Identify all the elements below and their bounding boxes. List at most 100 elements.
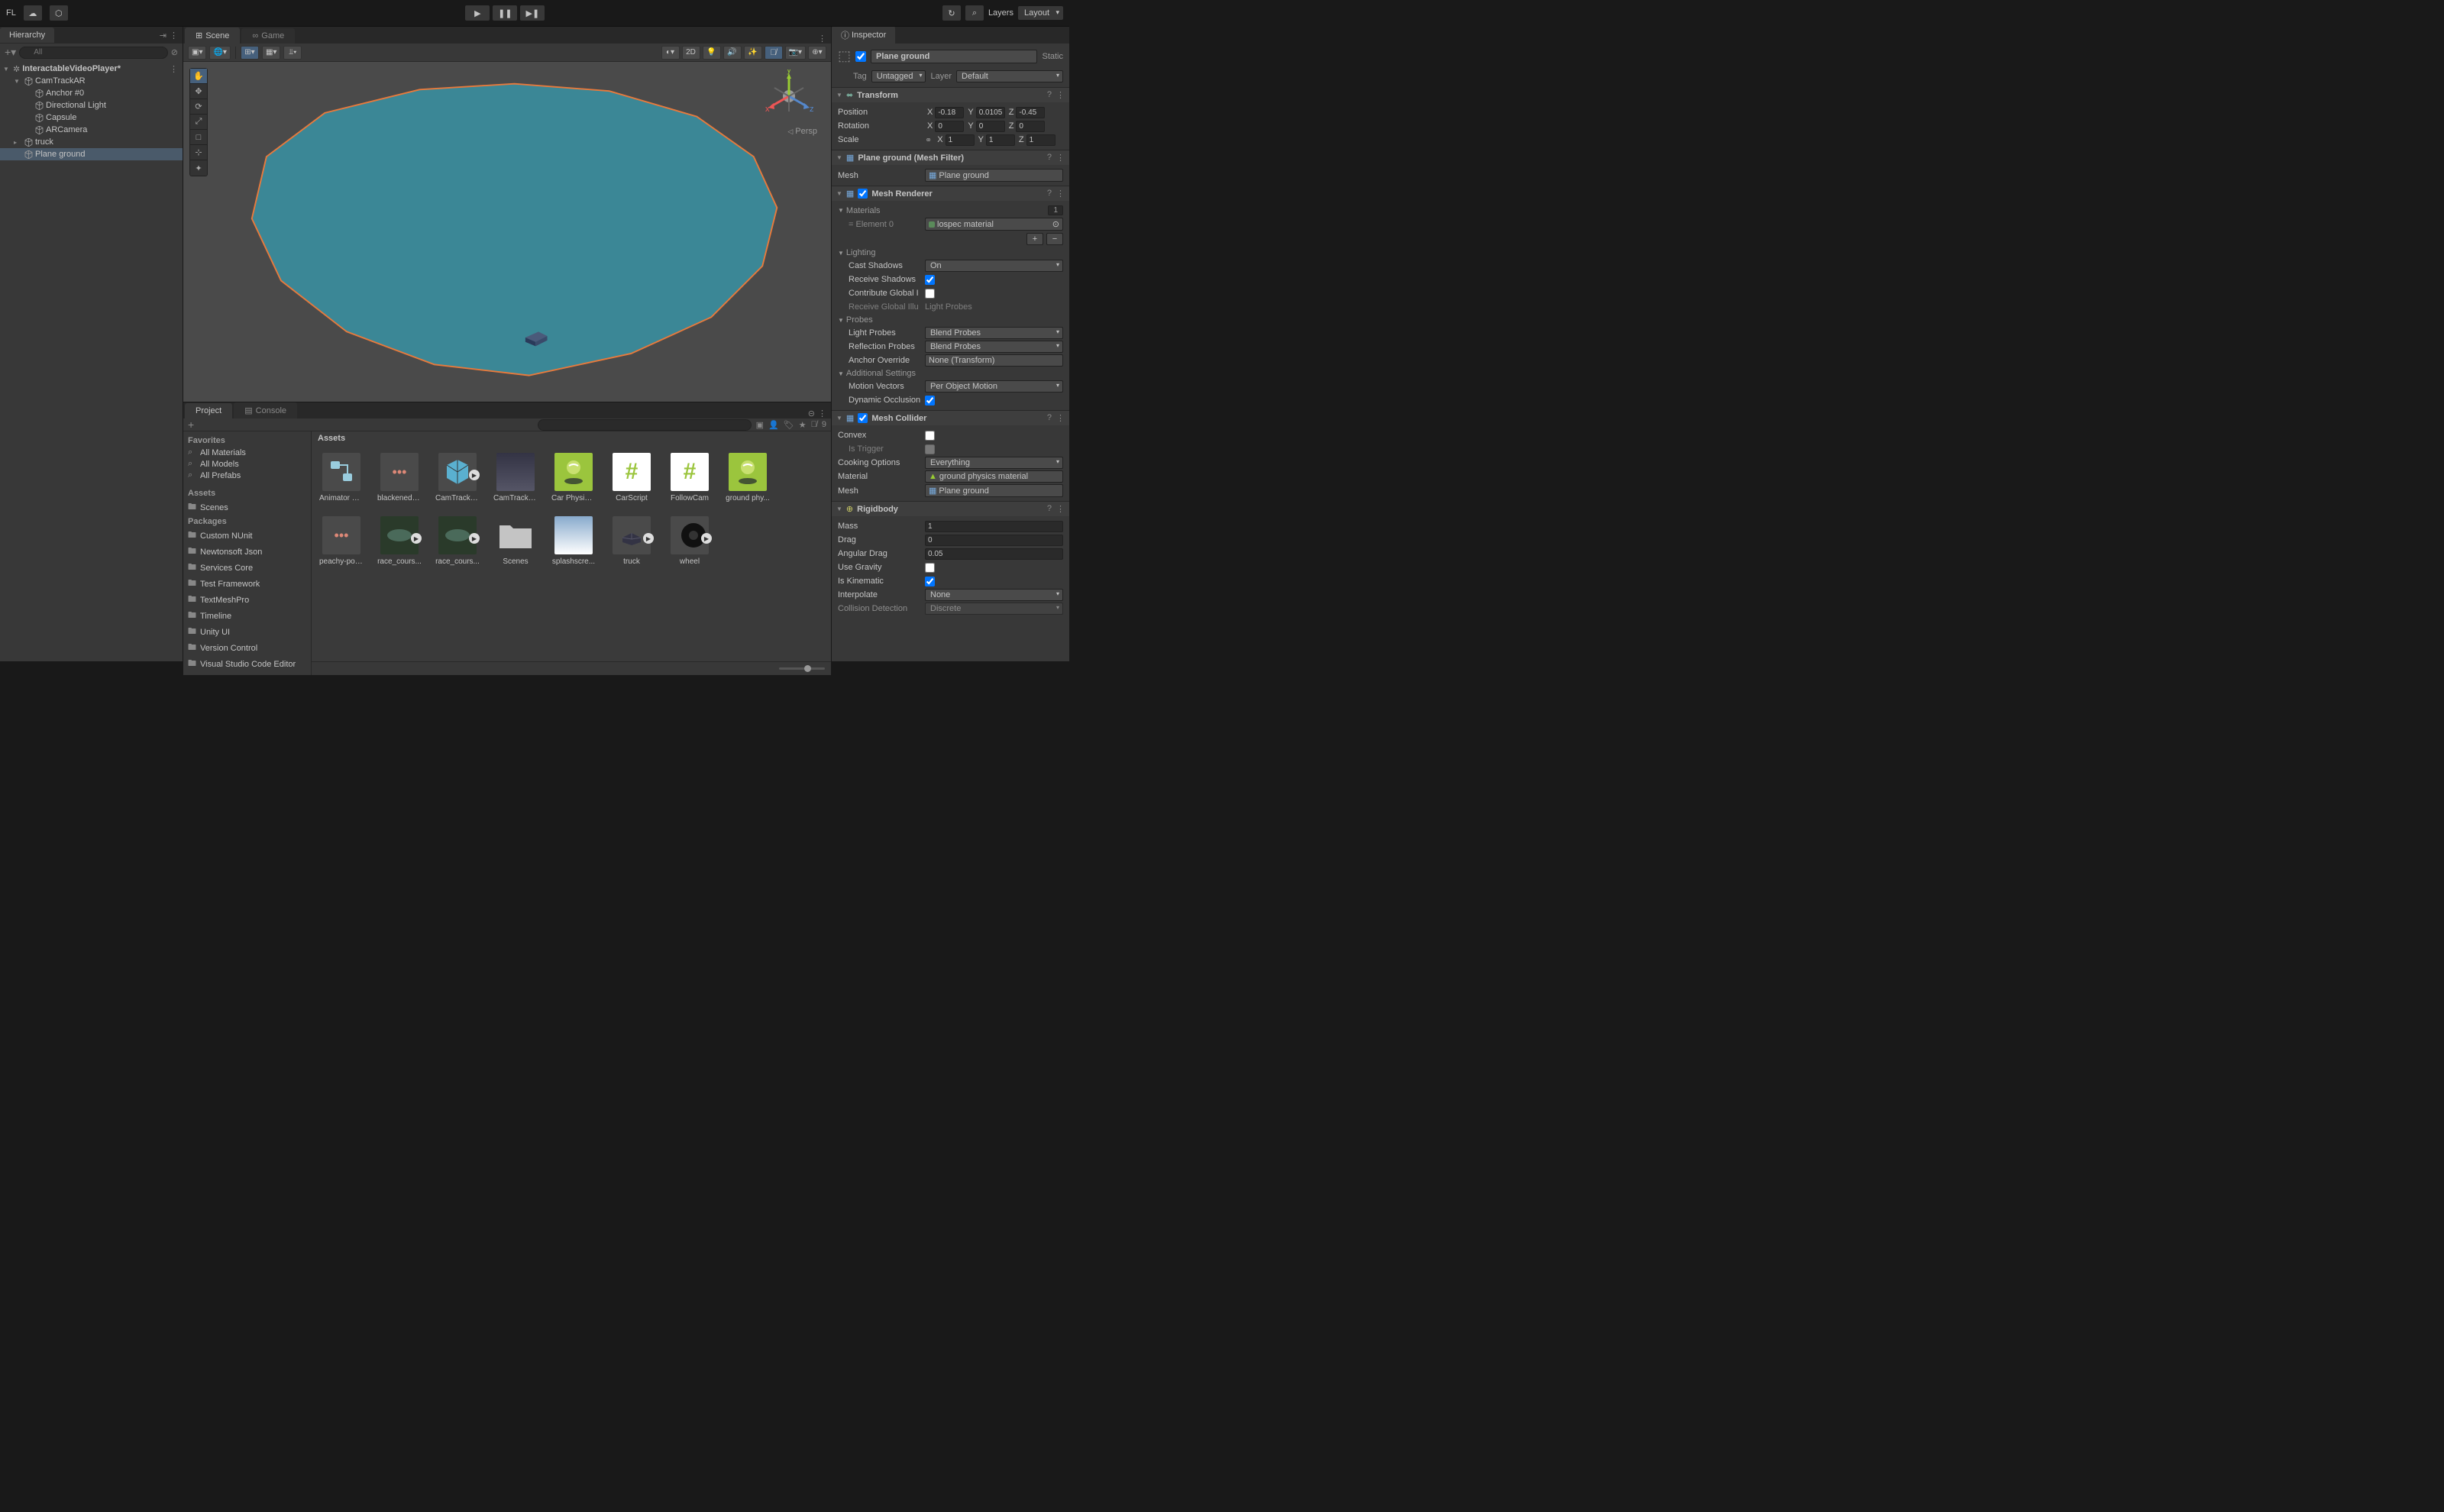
cloud-icon[interactable]: ☁ — [24, 5, 42, 21]
asset-item[interactable]: •••blackened_... — [377, 453, 422, 502]
perspective-label[interactable]: Persp — [787, 127, 817, 136]
asset-item[interactable]: ▶CamTrackAR — [435, 453, 480, 502]
meshfilter-header[interactable]: ▼ ▦ Plane ground (Mesh Filter) ?⋮ — [832, 150, 1069, 165]
menu-icon[interactable]: ⋮ — [818, 409, 826, 418]
inspector-tab[interactable]: ⓘ Inspector — [832, 27, 895, 44]
grid-snap-button[interactable]: ⊞▾ — [241, 46, 259, 60]
convex-checkbox[interactable] — [925, 431, 935, 441]
audio-toggle[interactable]: 🔊 — [723, 46, 742, 60]
preset-icon[interactable]: ⋮ — [1056, 90, 1065, 100]
plane-ground-mesh[interactable] — [252, 84, 777, 376]
menu-label[interactable]: FL — [6, 8, 16, 18]
pivot-dropdown[interactable]: ▣▾ — [188, 46, 206, 60]
asset-item[interactable]: ▶race_cours... — [435, 516, 480, 566]
hierarchy-search-input[interactable] — [19, 47, 168, 59]
asset-item[interactable]: CamTrackAR — [493, 453, 538, 502]
preset-icon[interactable]: ⋮ — [1056, 189, 1065, 199]
help-icon[interactable]: ? — [1047, 413, 1052, 423]
dynamic-occlusion-checkbox[interactable] — [925, 396, 935, 405]
drag-input[interactable] — [925, 535, 1063, 546]
undo-history-icon[interactable]: ↻ — [942, 5, 961, 21]
is-kinematic-checkbox[interactable] — [925, 577, 935, 586]
meshcollider-header[interactable]: ▼ ▦ Mesh Collider ?⋮ — [832, 411, 1069, 425]
transform-header[interactable]: ▼ ⬌ Transform ?⋮ — [832, 88, 1069, 102]
hierarchy-item[interactable]: ARCamera — [0, 124, 183, 136]
cast-shadows-dropdown[interactable]: On — [925, 260, 1063, 272]
preset-icon[interactable]: ⋮ — [1056, 504, 1065, 514]
package-item[interactable]: 🖿Services Core — [183, 560, 311, 576]
create-dropdown[interactable]: +▾ — [5, 46, 16, 59]
position-z-input[interactable] — [1016, 107, 1045, 118]
hierarchy-item[interactable]: Plane ground — [0, 148, 183, 160]
package-item[interactable]: 🖿Unity UI — [183, 624, 311, 640]
snap-increment-button[interactable]: ▦▾ — [262, 46, 280, 60]
help-icon[interactable]: ? — [1047, 90, 1052, 100]
package-item[interactable]: 🖿Timeline — [183, 608, 311, 624]
assets-tree-item[interactable]: 🖿Scenes — [183, 499, 311, 515]
asset-item[interactable]: ▶wheel — [668, 516, 712, 566]
receive-shadows-checkbox[interactable] — [925, 275, 935, 285]
pause-button[interactable]: ❚❚ — [493, 5, 517, 21]
settings-hex-icon[interactable]: ⬡ — [50, 5, 68, 21]
filter-by-label-icon[interactable]: 👤 — [768, 420, 779, 430]
gizmos-dropdown[interactable]: ⊕▾ — [808, 46, 826, 60]
2d-toggle[interactable]: 2D — [682, 46, 700, 60]
asset-item[interactable]: Animator C... — [319, 453, 364, 502]
create-asset-dropdown[interactable]: + — [188, 418, 194, 431]
help-icon[interactable]: ? — [1047, 189, 1052, 199]
play-button[interactable]: ▶ — [465, 5, 490, 21]
position-x-input[interactable] — [935, 107, 964, 118]
move-tool[interactable]: ✥ — [190, 84, 207, 99]
tag-dropdown[interactable]: Untagged — [871, 70, 926, 82]
package-item[interactable]: 🖿TextMeshPro — [183, 592, 311, 608]
layer-dropdown[interactable]: Default — [956, 70, 1063, 82]
game-tab[interactable]: ∞ Game — [241, 28, 295, 44]
favorite-filter-icon[interactable]: 🏷 — [784, 420, 794, 430]
object-name-input[interactable] — [871, 50, 1037, 63]
scene-tab[interactable]: ⊞ Scene — [185, 27, 240, 44]
scale-x-input[interactable] — [946, 134, 975, 146]
hidden-packages-icon[interactable]: 👁̸ — [811, 420, 817, 429]
help-icon[interactable]: ? — [1047, 153, 1052, 163]
scene-viewport[interactable]: ✋ ✥ ⟳ ⤢ □ ⊹ ✦ — [183, 62, 831, 402]
help-icon[interactable]: ? — [1047, 504, 1052, 514]
scale-tool[interactable]: ⤢ — [190, 115, 207, 130]
position-y-input[interactable] — [976, 107, 1005, 118]
add-material-button[interactable]: + — [1026, 233, 1043, 245]
project-tab[interactable]: Project — [185, 403, 232, 418]
scale-z-input[interactable] — [1026, 134, 1056, 146]
package-item[interactable]: 🖿Custom NUnit — [183, 528, 311, 544]
motion-vectors-dropdown[interactable]: Per Object Motion — [925, 380, 1063, 393]
active-checkbox[interactable] — [855, 51, 866, 62]
meshcollider-enabled[interactable] — [858, 413, 868, 423]
asset-item[interactable]: •••peachy-pop... — [319, 516, 364, 566]
camera-dropdown[interactable]: 📷▾ — [785, 46, 806, 60]
snap-settings-button[interactable]: ⫫▾ — [283, 46, 302, 60]
lock-icon[interactable]: ⊝ — [808, 409, 815, 418]
packages-header[interactable]: Packages — [183, 515, 311, 528]
contribute-gi-checkbox[interactable] — [925, 289, 935, 299]
layout-dropdown[interactable]: Layout — [1018, 6, 1063, 20]
asset-item[interactable]: Scenes — [493, 516, 538, 566]
asset-item[interactable]: ▶truck — [609, 516, 654, 566]
scene-menu-icon[interactable]: ⋮ — [818, 34, 826, 44]
material-field[interactable]: lospec material⊙ — [925, 218, 1063, 231]
custom-tool[interactable]: ✦ — [190, 160, 207, 176]
breadcrumb[interactable]: Assets — [312, 431, 831, 445]
package-item[interactable]: 🖿Test Framework — [183, 576, 311, 592]
rigidbody-header[interactable]: ▼ ⊕ Rigidbody ?⋮ — [832, 502, 1069, 516]
rotation-y-input[interactable] — [976, 121, 1005, 132]
package-item[interactable]: 🖿Version Control — [183, 640, 311, 656]
meshrenderer-header[interactable]: ▼ ▦ Mesh Renderer ?⋮ — [832, 186, 1069, 201]
package-item[interactable]: 🖿Visual Studio Code Editor — [183, 656, 311, 672]
scene-menu-icon[interactable]: ⋮ — [170, 64, 183, 74]
mesh-field[interactable]: ▦Plane ground — [925, 169, 1063, 182]
rect-tool[interactable]: □ — [190, 130, 207, 145]
step-button[interactable]: ▶❚ — [520, 5, 545, 21]
cooking-dropdown[interactable]: Everything — [925, 457, 1063, 469]
hidden-toggle[interactable]: 👁̸ — [765, 46, 783, 60]
remove-material-button[interactable]: − — [1046, 233, 1063, 245]
asset-item[interactable]: Car Physics... — [551, 453, 596, 502]
meshrenderer-enabled[interactable] — [858, 189, 868, 199]
hand-tool[interactable]: ✋ — [190, 69, 207, 84]
